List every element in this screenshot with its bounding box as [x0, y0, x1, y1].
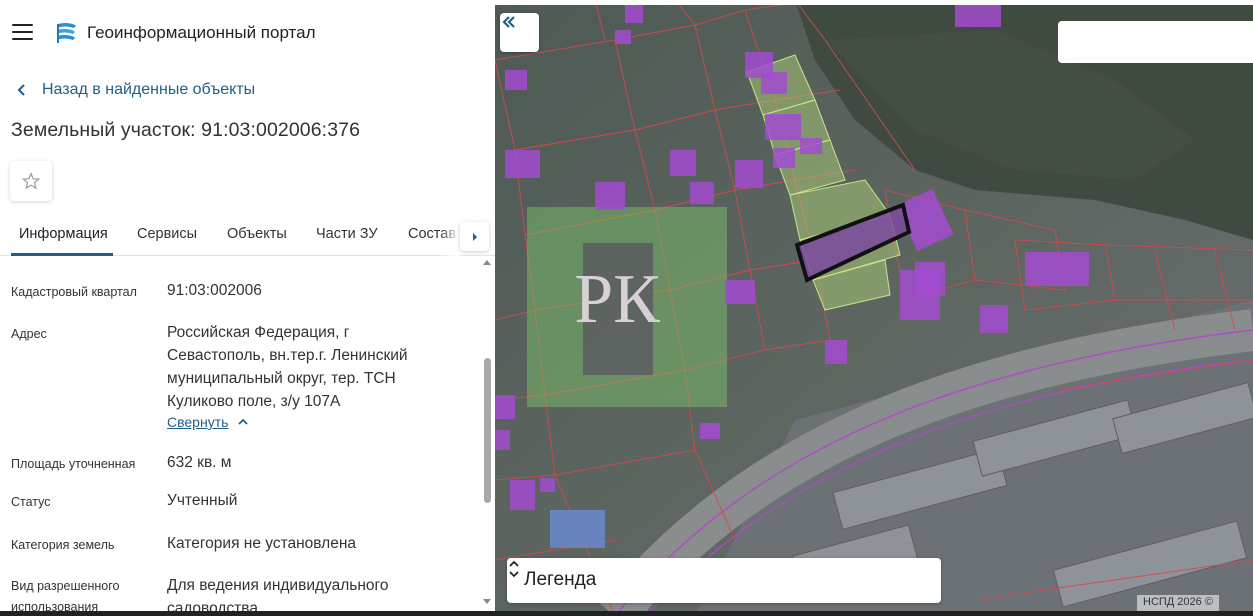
- address-line: муниципальный округ, тер. ТСН: [167, 370, 396, 387]
- address-label: Адрес: [11, 327, 47, 341]
- address-line: Российская Федерация, г: [167, 324, 350, 341]
- back-link-label: Назад в найденные объекты: [42, 81, 256, 98]
- collapse-panel-button[interactable]: [500, 13, 539, 52]
- land-category-value: Категория не установлена: [167, 535, 357, 552]
- tab-parcel-parts[interactable]: Части ЗУ: [316, 226, 378, 242]
- area-label: Площадь уточненная: [11, 457, 136, 471]
- collapse-address-link[interactable]: Свернуть: [167, 414, 252, 430]
- object-tabs: Информация Сервисы Объекты Части ЗУ Сост…: [0, 214, 495, 256]
- chevron-up-down-icon: [509, 560, 519, 578]
- map-view[interactable]: РК Легенда НСПД 2026 ©: [495, 0, 1253, 616]
- permitted-use-value: Для ведения индивидуального садоводства: [167, 574, 467, 616]
- chevron-up-icon: [238, 418, 249, 425]
- object-title: Земельный участок: 91:03:002006:376: [11, 119, 361, 141]
- object-info-panel: Геоинформационный портал Назад в найденн…: [0, 0, 495, 616]
- portal-header: Геоинформационный портал: [0, 0, 495, 66]
- bottom-bar: [0, 611, 495, 616]
- scroll-up-arrow-icon[interactable]: [483, 260, 491, 265]
- tab-information[interactable]: Информация: [19, 226, 108, 242]
- hamburger-menu-icon[interactable]: [12, 24, 33, 40]
- legend-selector[interactable]: Легенда: [507, 558, 941, 603]
- tabs-scroll-right-button[interactable]: [460, 222, 489, 251]
- map-top-bar: [495, 0, 1253, 5]
- land-category-label: Категория земель: [11, 538, 115, 552]
- permitted-use-label-line: Вид разрешенного: [11, 579, 120, 593]
- permitted-use-line: Для ведения индивидуального: [167, 577, 389, 594]
- scrollbar-thumb[interactable]: [484, 358, 491, 503]
- tab-services[interactable]: Сервисы: [137, 226, 197, 242]
- collapse-label: Свернуть: [167, 414, 229, 430]
- map-watermark-text: РК: [574, 261, 660, 338]
- cadastral-quarter-value: 91:03:002006: [167, 282, 262, 299]
- legend-label: Легенда: [524, 569, 597, 590]
- back-to-results-link[interactable]: Назад в найденные объекты: [16, 79, 255, 101]
- status-label: Статус: [11, 495, 51, 509]
- properties-list: Кадастровый квартал 91:03:002006 Адрес Р…: [0, 258, 480, 616]
- caret-right-icon: [472, 232, 477, 241]
- status-value: Учтенный: [167, 492, 238, 509]
- active-tab-indicator: [11, 253, 113, 256]
- portal-logo-icon: [57, 22, 76, 43]
- cadastral-quarter-label: Кадастровый квартал: [11, 285, 137, 299]
- portal-title: Геоинформационный портал: [87, 23, 316, 42]
- map-search-input[interactable]: [1058, 21, 1253, 63]
- satellite-map[interactable]: РК: [495, 0, 1253, 616]
- favorite-button[interactable]: [10, 161, 52, 201]
- tabs-fade: [440, 214, 460, 256]
- tab-objects[interactable]: Объекты: [227, 226, 287, 242]
- star-outline-icon: [21, 171, 41, 190]
- map-bottom-bar: [495, 611, 1253, 616]
- map-copyright: НСПД 2026 ©: [1137, 595, 1219, 611]
- address-line: Куликово поле, з/у 107А: [167, 393, 341, 410]
- address-value: Российская Федерация, г Севастополь, вн.…: [167, 321, 467, 413]
- chevron-left-icon: [17, 84, 25, 96]
- permitted-use-label: Вид разрешенного использования: [11, 576, 119, 616]
- address-line: Севастополь, вн.тер.г. Ленинский: [167, 347, 408, 364]
- double-chevron-left-icon: [502, 16, 515, 28]
- area-value: 632 кв. м: [167, 454, 232, 471]
- scroll-down-arrow-icon[interactable]: [483, 599, 491, 604]
